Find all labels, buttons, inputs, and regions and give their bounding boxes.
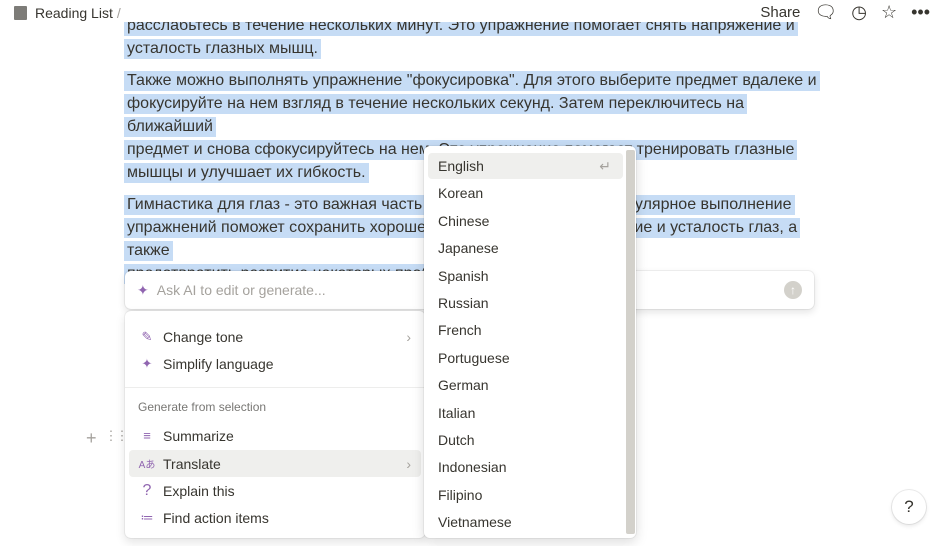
- language-option-vietnamese[interactable]: Vietnamese: [428, 509, 623, 535]
- sparkle-icon: ✦: [137, 281, 149, 298]
- scrollbar[interactable]: [626, 150, 635, 534]
- language-label: Dutch: [438, 432, 475, 448]
- star-icon[interactable]: ☆: [881, 2, 897, 22]
- language-option-korean[interactable]: Korean: [428, 180, 623, 206]
- language-option-russian[interactable]: Russian: [428, 290, 623, 316]
- language-option-dutch[interactable]: Dutch: [428, 427, 623, 453]
- checklist-icon: ≔: [140, 509, 154, 525]
- language-label: English: [438, 158, 484, 174]
- breadcrumb-separator: /: [116, 5, 121, 21]
- menu-item-translate[interactable]: Aあ Translate ›: [129, 450, 421, 477]
- language-option-filipino[interactable]: Filipino: [428, 482, 623, 508]
- language-option-italian[interactable]: Italian: [428, 400, 623, 426]
- menu-item-summarize[interactable]: ≡ Summarize: [129, 422, 421, 449]
- language-label: Chinese: [438, 212, 490, 229]
- language-option-english[interactable]: English ↵: [428, 153, 623, 179]
- divider: [125, 387, 425, 388]
- breadcrumb[interactable]: Reading List /: [14, 5, 121, 21]
- language-label: Italian: [438, 404, 476, 421]
- chevron-right-icon: ›: [406, 455, 411, 472]
- share-button[interactable]: Share: [760, 4, 800, 21]
- language-label: Vietnamese: [438, 514, 512, 531]
- menu-item-change-tone[interactable]: ✎ Change tone ›: [129, 323, 421, 350]
- menu-item-find-action-items[interactable]: ≔ Find action items: [129, 504, 421, 531]
- language-label: Japanese: [438, 240, 499, 257]
- language-option-chinese[interactable]: Chinese: [428, 208, 623, 234]
- menu-item-explain[interactable]: ? Explain this: [129, 477, 421, 504]
- mic-icon: ✎: [141, 328, 153, 344]
- language-option-japanese[interactable]: Japanese: [428, 235, 623, 261]
- summarize-icon: ≡: [143, 428, 151, 443]
- history-icon[interactable]: ◷: [851, 2, 867, 22]
- language-option-portuguese[interactable]: Portuguese: [428, 345, 623, 371]
- language-label: Filipino: [438, 486, 483, 503]
- language-label: Indonesian: [438, 459, 507, 476]
- ai-placeholder: Ask AI to edit or generate...: [156, 282, 326, 298]
- translate-icon: Aあ: [138, 460, 156, 471]
- help-button[interactable]: ?: [892, 490, 926, 524]
- menu-item-simplify-language[interactable]: ✦ Simplify language: [129, 350, 421, 377]
- breadcrumb-title[interactable]: Reading List: [35, 5, 113, 21]
- language-label: French: [438, 322, 482, 339]
- language-option-french[interactable]: French: [428, 317, 623, 343]
- section-heading: Generate from selection: [138, 400, 267, 414]
- language-option-indonesian[interactable]: Indonesian: [428, 454, 623, 480]
- menu-item-hidden[interactable]: [129, 311, 421, 322]
- comment-icon[interactable]: 🗨: [814, 2, 837, 22]
- book-icon: [14, 6, 27, 20]
- top-bar: Reading List / Share 🗨 ◷ ☆ •••: [0, 0, 940, 22]
- block-handle[interactable]: + ⋮⋮: [86, 428, 129, 449]
- plus-icon[interactable]: +: [86, 428, 97, 449]
- send-icon[interactable]: ↑: [784, 281, 802, 299]
- language-menu: English ↵ Korean Chinese Japanese Spanish Russ…: [424, 146, 636, 538]
- language-label: Portuguese: [438, 349, 510, 366]
- chevron-right-icon: ›: [406, 328, 411, 345]
- language-option-german[interactable]: German: [428, 372, 623, 398]
- question-icon: ?: [142, 481, 152, 499]
- enter-icon: ↵: [599, 157, 611, 174]
- ai-actions-menu: ✎ Change tone › ✦ Simplify language Gene…: [125, 311, 425, 538]
- drag-handle-icon[interactable]: ⋮⋮: [105, 428, 129, 449]
- language-label: German: [438, 377, 489, 394]
- language-label: Spanish: [438, 267, 489, 284]
- sparkle-icon: ✦: [141, 355, 153, 371]
- language-label: Korean: [438, 185, 484, 202]
- language-label: Russian: [438, 295, 489, 311]
- more-icon[interactable]: •••: [911, 2, 930, 22]
- language-option-spanish[interactable]: Spanish: [428, 263, 623, 289]
